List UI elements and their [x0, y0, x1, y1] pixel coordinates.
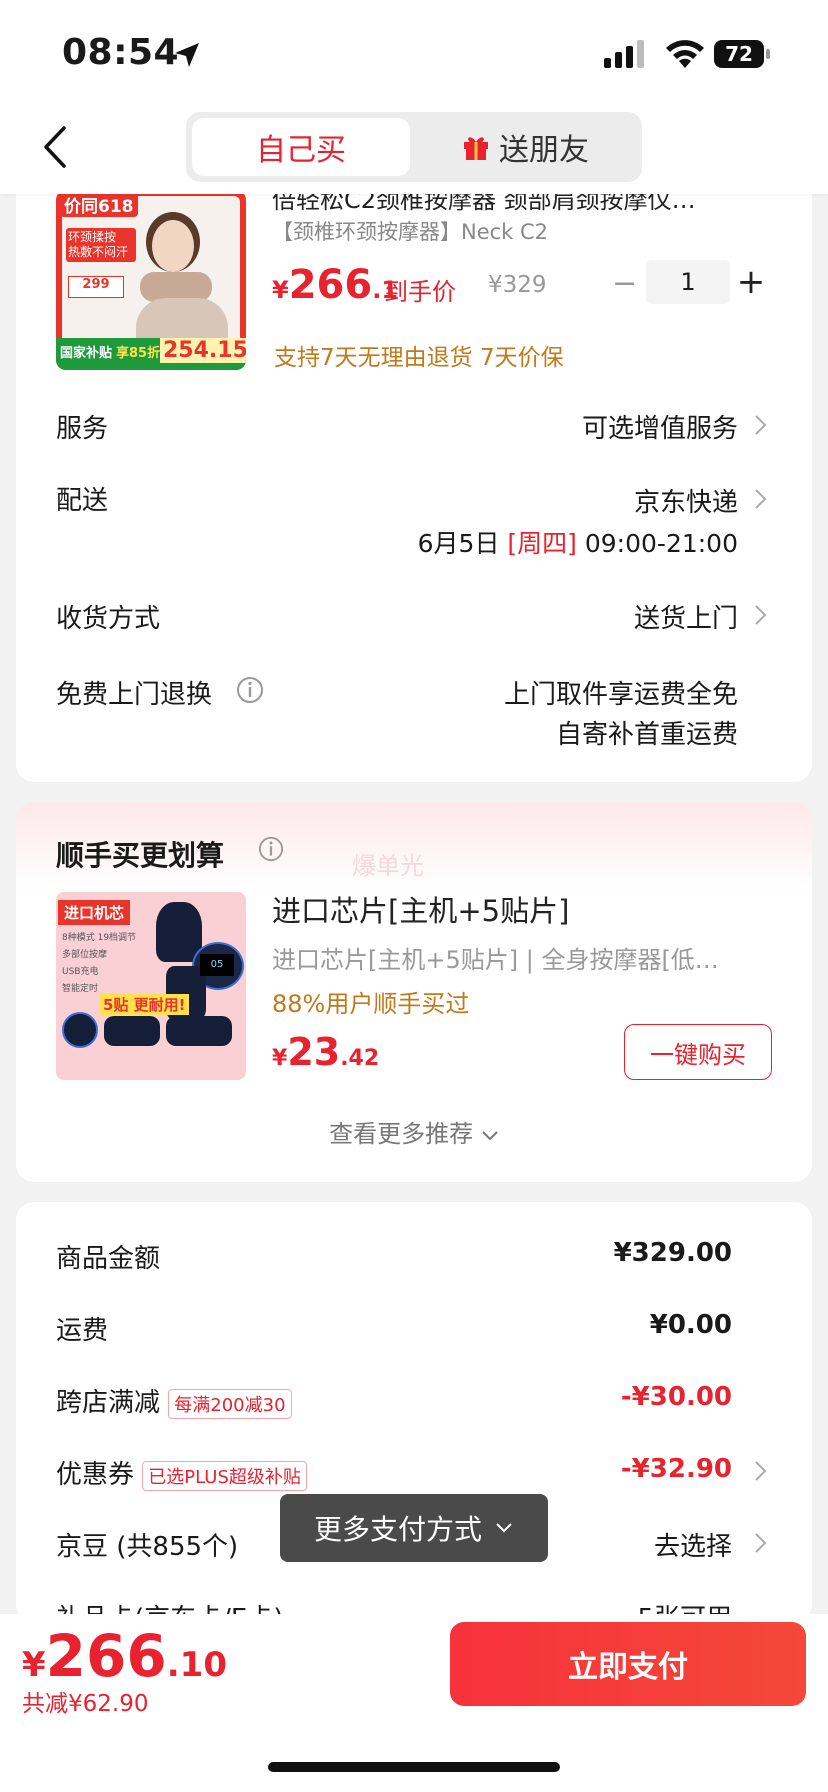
quantity-value[interactable]: 1 — [646, 260, 730, 304]
total-price: ¥266.10 — [22, 1622, 227, 1690]
chevron-right-icon[interactable] — [754, 488, 768, 510]
free-return-label: 免费上门退换 — [56, 680, 213, 710]
total-saved: 共减¥62.90 — [22, 1691, 149, 1717]
coupon-value[interactable]: -¥32.90 — [621, 1454, 732, 1484]
status-time: 08:54 — [62, 32, 180, 73]
more-payment-label: 更多支付方式 — [313, 1513, 482, 1546]
one-click-buy-button[interactable]: 一键购买 — [624, 1024, 772, 1080]
delivery-time[interactable]: 6月5日 [周四] 09:00-21:00 — [418, 524, 738, 560]
tab-buy-for-self[interactable]: 自己买 — [192, 118, 410, 176]
see-more-label: 查看更多推荐 — [329, 1120, 474, 1148]
service-label: 服务 — [56, 414, 109, 444]
location-arrow-icon — [175, 43, 199, 67]
add-on-product-title[interactable]: 进口芯片[主机+5贴片] — [272, 888, 569, 930]
battery-icon: 72 — [714, 38, 772, 70]
add-on-title: 顺手买更划算 — [56, 839, 225, 872]
goods-amount-label: 商品金额 — [56, 1244, 161, 1274]
shipping-label: 运费 — [56, 1316, 109, 1346]
cross-store-tag: 每满200减30 — [168, 1389, 292, 1419]
image-text: 享85折 — [116, 346, 161, 361]
delivery-value[interactable]: 京东快递 — [634, 482, 738, 519]
home-indicator[interactable] — [268, 1762, 560, 1772]
jd-beans-value[interactable]: 去选择 — [654, 1526, 732, 1563]
back-arrow-icon[interactable] — [40, 124, 70, 170]
chevron-down-icon — [482, 1131, 498, 1141]
image-badge: 进口机芯 — [58, 900, 131, 925]
promo-badge: 价同618 — [60, 192, 138, 217]
product-image[interactable]: 价同618 环颈揉按 热敷不闷汗 299 国家补贴 享85折 254.15 — [56, 190, 246, 370]
image-text: 环颈揉按 — [68, 230, 117, 244]
add-on-product-subtitle[interactable]: 进口芯片[主机+5贴片] | 全身按摩器[低… — [272, 940, 762, 975]
wifi-icon — [666, 40, 704, 68]
gift-icon — [464, 137, 488, 160]
image-text: 254.15 — [160, 338, 246, 363]
chevron-right-icon[interactable] — [754, 414, 768, 436]
final-price-label: 到手价 — [384, 278, 456, 306]
quantity-increase-button[interactable]: + — [736, 262, 766, 302]
receive-method-value[interactable]: 送货上门 — [634, 598, 738, 635]
delivery-label: 配送 — [56, 486, 109, 516]
product-spec[interactable]: 【颈椎环颈按摩器】Neck C2 — [272, 216, 548, 246]
chevron-right-icon[interactable] — [754, 1532, 768, 1554]
add-on-purchase-stat: 88%用户顺手买过 — [272, 990, 470, 1018]
see-more-recommendations[interactable]: 查看更多推荐 — [0, 1114, 828, 1149]
quantity-decrease-button[interactable]: − — [612, 264, 637, 304]
image-text: USB充电 — [62, 967, 99, 977]
info-icon[interactable] — [236, 676, 264, 704]
goods-amount-value: ¥329.00 — [613, 1238, 732, 1268]
battery-level: 72 — [725, 42, 753, 66]
image-text: 8种模式 19档调节 — [62, 933, 137, 943]
coupon-label[interactable]: 优惠券 已选PLUS超级补贴 — [56, 1454, 307, 1491]
image-text: 热敷不闷汗 — [68, 245, 129, 259]
shipping-value: ¥0.00 — [649, 1310, 732, 1340]
jd-beans-label: 京豆 (共855个) — [56, 1532, 239, 1562]
add-on-price: ¥23.42 — [272, 1030, 380, 1074]
info-icon[interactable] — [258, 836, 284, 862]
chevron-right-icon[interactable] — [754, 604, 768, 626]
tab-gift-to-friend[interactable]: 送朋友 — [412, 118, 638, 176]
add-on-product-image[interactable]: 进口机芯 8种模式 19档调节 多部位按摩 USB充电 智能定时 05 5贴 更… — [56, 892, 246, 1080]
image-text: 国家补贴 — [60, 346, 113, 361]
chevron-down-icon — [496, 1523, 512, 1533]
free-return-line1: 上门取件享运费全免 — [503, 680, 738, 710]
free-return-line2: 自寄补首重运费 — [555, 720, 738, 750]
receive-method-label: 收货方式 — [56, 604, 161, 634]
pay-now-button[interactable]: 立即支付 — [450, 1622, 806, 1706]
service-value[interactable]: 可选增值服务 — [582, 408, 738, 445]
tab-gift-label: 送朋友 — [499, 133, 589, 168]
cross-store-discount-value: -¥30.00 — [620, 1382, 732, 1412]
original-price: ¥329 — [488, 272, 547, 298]
chevron-right-icon[interactable] — [754, 1460, 768, 1482]
image-price: 299 — [68, 276, 124, 298]
coupon-tag: 已选PLUS超级补贴 — [142, 1461, 307, 1491]
watermark: 爆单光 — [352, 852, 424, 880]
product-price: ¥266.1 — [272, 262, 399, 308]
image-text: 多部位按摩 — [62, 950, 108, 960]
cellular-signal-icon — [604, 40, 644, 68]
cross-store-discount-label: 跨店满减 每满200减30 — [56, 1382, 292, 1419]
image-text: 5贴 更耐用! — [100, 994, 189, 1015]
return-promise: 支持7天无理由退货 7天价保 — [274, 345, 564, 371]
more-payment-methods-button[interactable]: 更多支付方式 — [280, 1494, 548, 1562]
